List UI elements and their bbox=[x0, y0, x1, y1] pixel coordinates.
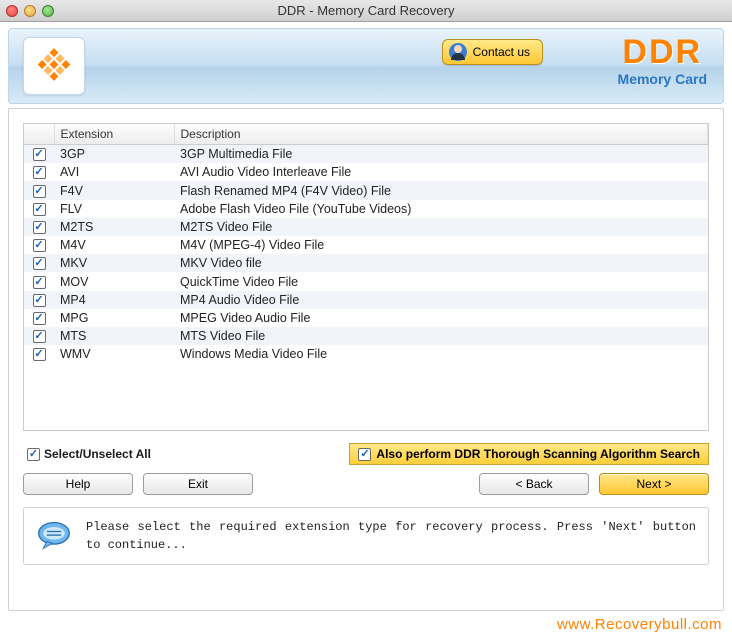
row-checkbox-icon[interactable] bbox=[33, 312, 46, 325]
row-description: AVI Audio Video Interleave File bbox=[174, 163, 708, 181]
row-checkbox-icon[interactable] bbox=[33, 330, 46, 343]
row-extension: WMV bbox=[54, 345, 174, 363]
row-extension: M4V bbox=[54, 236, 174, 254]
row-checkbox-icon[interactable] bbox=[33, 203, 46, 216]
row-description: MKV Video file bbox=[174, 254, 708, 272]
table-row[interactable]: FLVAdobe Flash Video File (YouTube Video… bbox=[24, 200, 708, 218]
row-checkbox-icon[interactable] bbox=[33, 239, 46, 252]
table-row[interactable]: M2TSM2TS Video File bbox=[24, 218, 708, 236]
table-row[interactable]: MTSMTS Video File bbox=[24, 327, 708, 345]
help-button[interactable]: Help bbox=[23, 473, 133, 495]
table-row[interactable]: MOVQuickTime Video File bbox=[24, 272, 708, 290]
select-all-label: Select/Unselect All bbox=[44, 447, 151, 461]
row-checkbox-icon[interactable] bbox=[33, 166, 46, 179]
watermark: www.Recoverybull.com bbox=[557, 616, 722, 633]
row-description: MTS Video File bbox=[174, 327, 708, 345]
row-description: QuickTime Video File bbox=[174, 272, 708, 290]
table-row[interactable]: AVIAVI Audio Video Interleave File bbox=[24, 163, 708, 181]
contact-us-button[interactable]: Contact us bbox=[442, 39, 543, 65]
row-checkbox-icon[interactable] bbox=[33, 185, 46, 198]
select-all-toggle[interactable]: Select/Unselect All bbox=[27, 447, 151, 461]
row-description: Windows Media Video File bbox=[174, 345, 708, 363]
header-checkbox[interactable] bbox=[24, 124, 54, 145]
row-extension: MP4 bbox=[54, 291, 174, 309]
brand-title: DDR bbox=[618, 35, 707, 69]
diamond-grid-icon bbox=[33, 45, 75, 87]
controls-row-2: Help Exit < Back Next > bbox=[23, 473, 709, 495]
row-extension: F4V bbox=[54, 181, 174, 199]
row-extension: 3GP bbox=[54, 145, 174, 164]
table-row[interactable]: WMVWindows Media Video File bbox=[24, 345, 708, 363]
contact-label: Contact us bbox=[473, 45, 530, 59]
row-extension: FLV bbox=[54, 200, 174, 218]
row-description: M2TS Video File bbox=[174, 218, 708, 236]
table-row[interactable]: MKVMKV Video file bbox=[24, 254, 708, 272]
row-description: MP4 Audio Video File bbox=[174, 291, 708, 309]
row-extension: AVI bbox=[54, 163, 174, 181]
window-title: DDR - Memory Card Recovery bbox=[0, 3, 732, 18]
row-checkbox-icon[interactable] bbox=[33, 348, 46, 361]
row-checkbox-icon[interactable] bbox=[33, 276, 46, 289]
table-row[interactable]: 3GP3GP Multimedia File bbox=[24, 145, 708, 164]
thorough-scan-toggle[interactable]: Also perform DDR Thorough Scanning Algor… bbox=[349, 443, 709, 465]
table-row[interactable]: MPGMPEG Video Audio File bbox=[24, 309, 708, 327]
brand-block: DDR Memory Card bbox=[618, 35, 707, 87]
extension-table: Extension Description 3GP3GP Multimedia … bbox=[24, 124, 708, 363]
header-extension[interactable]: Extension bbox=[54, 124, 174, 145]
minimize-icon[interactable] bbox=[24, 5, 36, 17]
table-row[interactable]: M4VM4V (MPEG-4) Video File bbox=[24, 236, 708, 254]
next-button[interactable]: Next > bbox=[599, 473, 709, 495]
close-icon[interactable] bbox=[6, 5, 18, 17]
window-controls bbox=[6, 5, 54, 17]
table-row[interactable]: MP4MP4 Audio Video File bbox=[24, 291, 708, 309]
back-button[interactable]: < Back bbox=[479, 473, 589, 495]
thorough-checkbox-icon[interactable] bbox=[358, 448, 371, 461]
brand-subtitle: Memory Card bbox=[618, 71, 707, 87]
thorough-label: Also perform DDR Thorough Scanning Algor… bbox=[376, 447, 700, 461]
row-description: Flash Renamed MP4 (F4V Video) File bbox=[174, 181, 708, 199]
info-box: Please select the required extension typ… bbox=[23, 507, 709, 565]
row-checkbox-icon[interactable] bbox=[33, 294, 46, 307]
row-checkbox-icon[interactable] bbox=[33, 257, 46, 270]
row-extension: MPG bbox=[54, 309, 174, 327]
select-all-checkbox-icon[interactable] bbox=[27, 448, 40, 461]
header-description[interactable]: Description bbox=[174, 124, 708, 145]
row-description: Adobe Flash Video File (YouTube Videos) bbox=[174, 200, 708, 218]
person-icon bbox=[449, 43, 467, 61]
main-panel: Extension Description 3GP3GP Multimedia … bbox=[8, 108, 724, 611]
row-checkbox-icon[interactable] bbox=[33, 221, 46, 234]
row-extension: M2TS bbox=[54, 218, 174, 236]
row-description: 3GP Multimedia File bbox=[174, 145, 708, 164]
speech-bubble-icon bbox=[36, 518, 72, 554]
maximize-icon[interactable] bbox=[42, 5, 54, 17]
row-checkbox-icon[interactable] bbox=[33, 148, 46, 161]
controls-row-1: Select/Unselect All Also perform DDR Tho… bbox=[23, 443, 709, 465]
banner: Contact us DDR Memory Card bbox=[8, 28, 724, 104]
extension-table-wrap[interactable]: Extension Description 3GP3GP Multimedia … bbox=[23, 123, 709, 431]
exit-button[interactable]: Exit bbox=[143, 473, 253, 495]
row-extension: MKV bbox=[54, 254, 174, 272]
row-description: M4V (MPEG-4) Video File bbox=[174, 236, 708, 254]
row-description: MPEG Video Audio File bbox=[174, 309, 708, 327]
row-extension: MTS bbox=[54, 327, 174, 345]
info-text: Please select the required extension typ… bbox=[86, 518, 696, 554]
app-logo bbox=[23, 37, 85, 95]
table-row[interactable]: F4VFlash Renamed MP4 (F4V Video) File bbox=[24, 181, 708, 199]
titlebar: DDR - Memory Card Recovery bbox=[0, 0, 732, 22]
row-extension: MOV bbox=[54, 272, 174, 290]
